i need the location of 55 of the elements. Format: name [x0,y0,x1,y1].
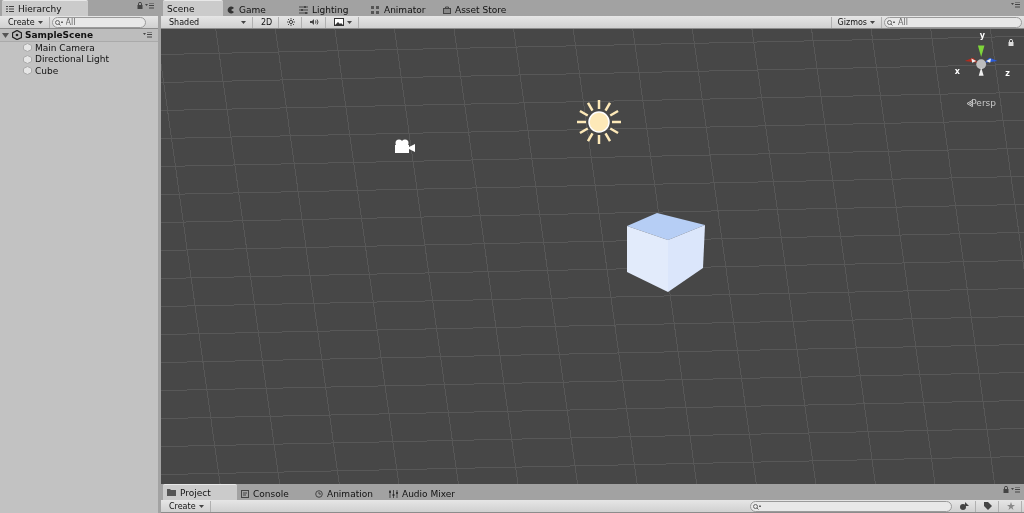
hierarchy-tab[interactable]: Hierarchy [2,0,88,16]
tag-icon [984,502,992,510]
z-axis-label: z [1005,69,1010,78]
nodes-icon [371,5,380,14]
search-field[interactable]: All [51,16,146,28]
hierarchy-item[interactable]: Cube [35,65,59,76]
panel-menu-icon[interactable] [1011,486,1020,493]
panel-tab[interactable]: Project [163,484,237,500]
gizmos-dropdown[interactable]: Gizmos [830,16,882,28]
create-button[interactable]: Create [2,16,50,28]
back-arrow-icon [967,100,973,107]
hierarchy-item[interactable]: Main Camera [35,42,95,53]
panel-tab[interactable]: Animation [311,487,385,500]
sun-icon [287,18,296,26]
view-tab[interactable]: Animator [367,3,439,16]
shapes-icon [960,502,969,510]
expand-arrow-icon[interactable] [2,31,9,39]
image-icon [334,18,345,26]
dropdown-caret-icon [241,20,246,24]
camera-icon [392,139,416,155]
panel-tab[interactable]: Audio Mixer [385,487,463,500]
projection-label[interactable]: Persp [971,98,996,108]
search-field[interactable]: All [884,16,1022,28]
shopping-bag-icon [443,5,451,14]
list-icon [6,5,14,12]
lock-icon[interactable] [1008,39,1014,46]
pacman-icon [227,5,235,14]
clock-icon [315,489,323,498]
panel-menu-icon[interactable] [145,2,154,9]
panel-menu-icon[interactable] [143,32,152,38]
lock-icon[interactable] [137,2,143,9]
folder-icon [167,489,176,496]
shading-dropdown[interactable]: Shaded [163,16,253,28]
search-field[interactable] [750,500,952,512]
dropdown-caret-icon [37,20,43,24]
panel-menu-icon[interactable] [1011,2,1020,8]
sun-icon [575,98,623,146]
hierarchy-item[interactable]: Directional Light [35,54,109,65]
speaker-icon [310,18,320,26]
create-button[interactable]: Create [163,500,211,512]
sliders-icon [299,5,308,14]
dropdown-caret-icon [347,20,353,24]
console-icon [241,489,249,498]
dropdown-caret-icon [198,504,204,508]
dropdown-caret-icon [870,20,875,24]
mixer-icon [389,489,398,498]
x-axis-label: x [954,67,960,76]
y-axis-label: y [979,31,985,40]
view-tab[interactable]: Lighting [295,3,367,16]
view-tab[interactable]: Scene [163,0,223,16]
view-tab[interactable]: Game [223,3,295,16]
view-tab[interactable]: Asset Store [439,3,515,16]
panel-tab[interactable]: Console [237,487,311,500]
mode-2d-button[interactable]: 2D [255,16,280,28]
lock-icon[interactable] [1003,486,1009,493]
